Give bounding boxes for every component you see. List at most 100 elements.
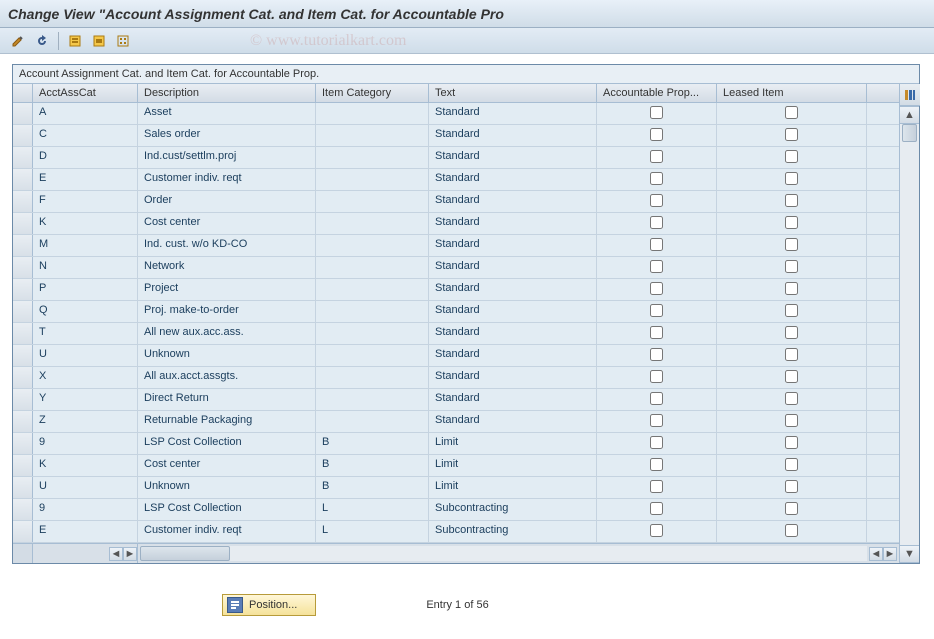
cell-accountable-prop[interactable] — [597, 213, 717, 234]
leased-item-checkbox[interactable] — [785, 216, 798, 229]
row-selector[interactable] — [13, 169, 33, 190]
cell-leased-item[interactable] — [717, 301, 867, 322]
cell-acctasscat[interactable]: Q — [33, 301, 138, 322]
leased-item-checkbox[interactable] — [785, 436, 798, 449]
accountable-prop-checkbox[interactable] — [650, 172, 663, 185]
cell-leased-item[interactable] — [717, 345, 867, 366]
accountable-prop-checkbox[interactable] — [650, 260, 663, 273]
hscroll-left-icon[interactable]: ◄ — [109, 547, 123, 561]
cell-item-category[interactable] — [316, 301, 429, 322]
cell-accountable-prop[interactable] — [597, 499, 717, 520]
table-row[interactable]: DInd.cust/settlm.projStandard — [13, 147, 899, 169]
cell-description[interactable]: Unknown — [138, 477, 316, 498]
cell-item-category[interactable]: L — [316, 521, 429, 542]
accountable-prop-checkbox[interactable] — [650, 436, 663, 449]
table-row[interactable]: UUnknownStandard — [13, 345, 899, 367]
cell-description[interactable]: Ind.cust/settlm.proj — [138, 147, 316, 168]
table-row[interactable]: ECustomer indiv. reqtLSubcontracting — [13, 521, 899, 543]
cell-acctasscat[interactable]: M — [33, 235, 138, 256]
cell-acctasscat[interactable]: Y — [33, 389, 138, 410]
leased-item-checkbox[interactable] — [785, 326, 798, 339]
header-selector-col[interactable] — [13, 84, 33, 102]
accountable-prop-checkbox[interactable] — [650, 150, 663, 163]
header-acctasscat[interactable]: AcctAssCat — [33, 84, 138, 102]
cell-acctasscat[interactable]: 9 — [33, 433, 138, 454]
position-button[interactable]: Position... — [222, 594, 316, 616]
hscroll-left2-icon[interactable]: ◄ — [869, 547, 883, 561]
cell-description[interactable]: Order — [138, 191, 316, 212]
cell-leased-item[interactable] — [717, 411, 867, 432]
header-item-category[interactable]: Item Category — [316, 84, 429, 102]
cell-acctasscat[interactable]: F — [33, 191, 138, 212]
cell-description[interactable]: Customer indiv. reqt — [138, 521, 316, 542]
leased-item-checkbox[interactable] — [785, 150, 798, 163]
cell-description[interactable]: Direct Return — [138, 389, 316, 410]
accountable-prop-checkbox[interactable] — [650, 326, 663, 339]
leased-item-checkbox[interactable] — [785, 106, 798, 119]
cell-leased-item[interactable] — [717, 389, 867, 410]
accountable-prop-checkbox[interactable] — [650, 216, 663, 229]
cell-item-category[interactable]: L — [316, 499, 429, 520]
cell-item-category[interactable] — [316, 169, 429, 190]
cell-accountable-prop[interactable] — [597, 477, 717, 498]
cell-item-category[interactable]: B — [316, 477, 429, 498]
cell-item-category[interactable] — [316, 279, 429, 300]
cell-leased-item[interactable] — [717, 433, 867, 454]
leased-item-checkbox[interactable] — [785, 282, 798, 295]
accountable-prop-checkbox[interactable] — [650, 106, 663, 119]
cell-leased-item[interactable] — [717, 279, 867, 300]
cell-leased-item[interactable] — [717, 103, 867, 124]
leased-item-checkbox[interactable] — [785, 304, 798, 317]
cell-text[interactable]: Subcontracting — [429, 499, 597, 520]
cell-leased-item[interactable] — [717, 191, 867, 212]
accountable-prop-checkbox[interactable] — [650, 414, 663, 427]
cell-leased-item[interactable] — [717, 499, 867, 520]
table-row[interactable]: NNetworkStandard — [13, 257, 899, 279]
cell-item-category[interactable] — [316, 125, 429, 146]
header-description[interactable]: Description — [138, 84, 316, 102]
cell-text[interactable]: Standard — [429, 323, 597, 344]
cell-leased-item[interactable] — [717, 169, 867, 190]
cell-text[interactable]: Standard — [429, 345, 597, 366]
select-all-icon[interactable] — [65, 31, 85, 51]
leased-item-checkbox[interactable] — [785, 260, 798, 273]
row-selector[interactable] — [13, 125, 33, 146]
cell-leased-item[interactable] — [717, 323, 867, 344]
vscroll-thumb[interactable] — [902, 124, 917, 142]
cell-acctasscat[interactable]: K — [33, 213, 138, 234]
cell-item-category[interactable] — [316, 367, 429, 388]
accountable-prop-checkbox[interactable] — [650, 128, 663, 141]
cell-text[interactable]: Limit — [429, 455, 597, 476]
row-selector[interactable] — [13, 301, 33, 322]
cell-acctasscat[interactable]: N — [33, 257, 138, 278]
cell-description[interactable]: Asset — [138, 103, 316, 124]
leased-item-checkbox[interactable] — [785, 502, 798, 515]
cell-text[interactable]: Standard — [429, 301, 597, 322]
row-selector[interactable] — [13, 389, 33, 410]
cell-accountable-prop[interactable] — [597, 411, 717, 432]
cell-item-category[interactable] — [316, 191, 429, 212]
cell-text[interactable]: Standard — [429, 125, 597, 146]
cell-text[interactable]: Standard — [429, 235, 597, 256]
accountable-prop-checkbox[interactable] — [650, 304, 663, 317]
table-row[interactable]: UUnknownBLimit — [13, 477, 899, 499]
leased-item-checkbox[interactable] — [785, 370, 798, 383]
row-selector[interactable] — [13, 147, 33, 168]
vertical-scrollbar[interactable]: ▲ ▼ — [899, 84, 919, 563]
cell-item-category[interactable] — [316, 235, 429, 256]
accountable-prop-checkbox[interactable] — [650, 194, 663, 207]
cell-acctasscat[interactable]: K — [33, 455, 138, 476]
cell-leased-item[interactable] — [717, 235, 867, 256]
cell-accountable-prop[interactable] — [597, 389, 717, 410]
cell-item-category[interactable] — [316, 323, 429, 344]
cell-accountable-prop[interactable] — [597, 433, 717, 454]
cell-leased-item[interactable] — [717, 455, 867, 476]
cell-item-category[interactable] — [316, 411, 429, 432]
leased-item-checkbox[interactable] — [785, 348, 798, 361]
table-row[interactable]: FOrderStandard — [13, 191, 899, 213]
table-row[interactable]: PProjectStandard — [13, 279, 899, 301]
cell-description[interactable]: LSP Cost Collection — [138, 499, 316, 520]
cell-accountable-prop[interactable] — [597, 235, 717, 256]
cell-text[interactable]: Standard — [429, 213, 597, 234]
table-row[interactable]: 9LSP Cost CollectionBLimit — [13, 433, 899, 455]
